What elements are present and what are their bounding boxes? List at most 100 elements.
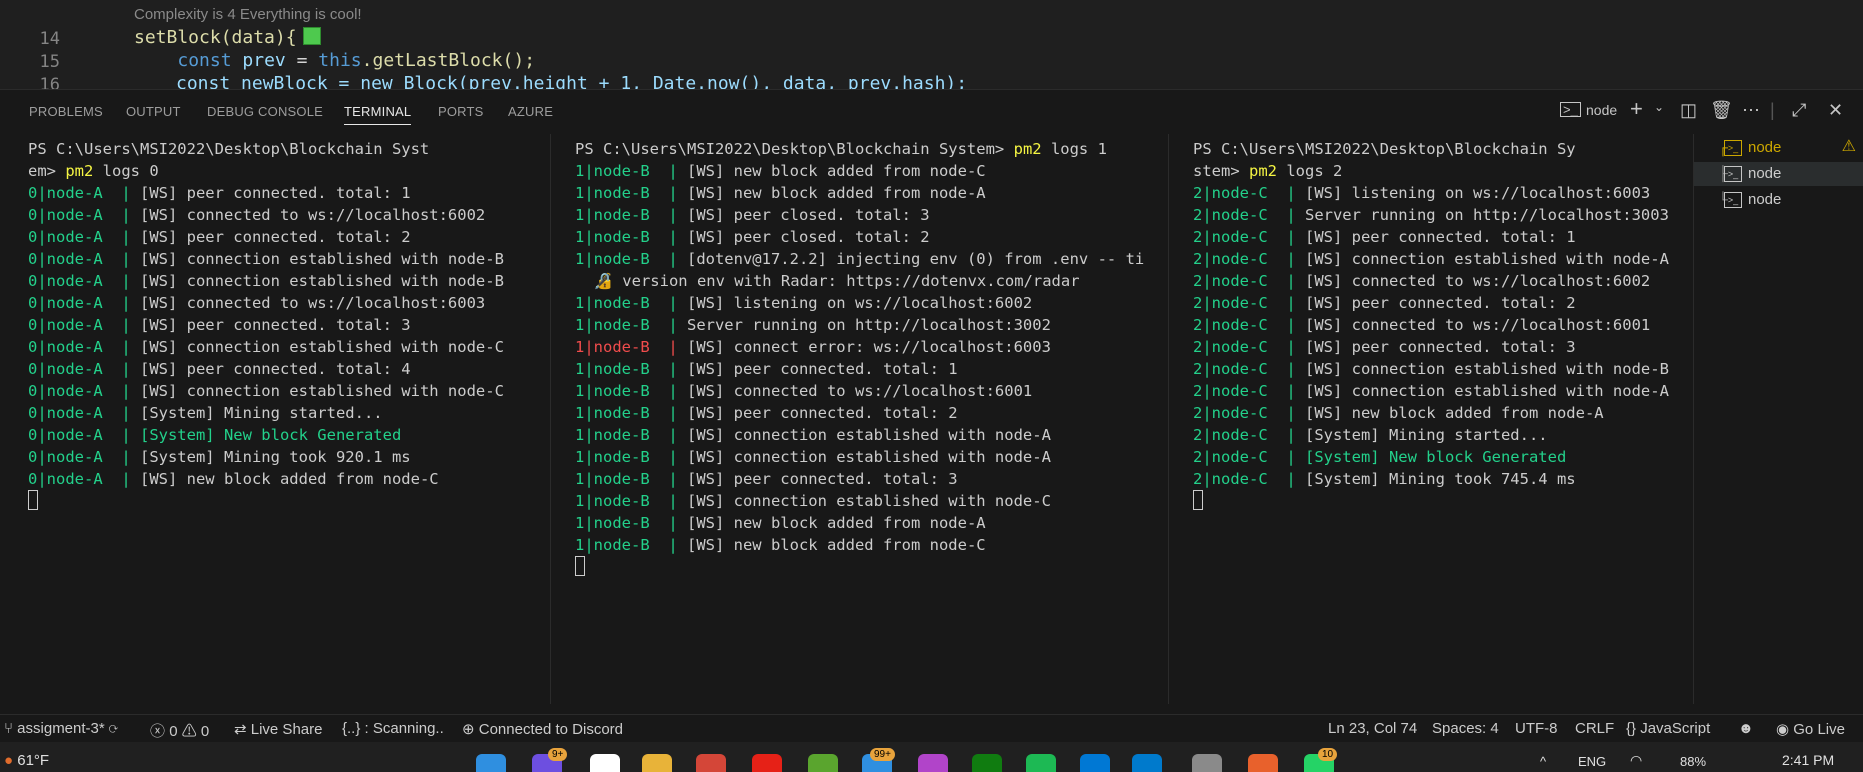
log-text: [WS] connection established with node-B: [139, 250, 504, 268]
log-text: [WS] connection established with node-C: [686, 492, 1051, 510]
weather-widget[interactable]: ● 61°F: [4, 752, 49, 769]
log-line: 1|node-B | [WS] listening on ws://localh…: [575, 292, 1145, 314]
log-text: [WS] connection established with node-B: [139, 272, 504, 290]
discord-status[interactable]: ⊕ Connected to Discord: [462, 720, 623, 738]
log-line: 2|node-C | [WS] peer connected. total: 2: [1193, 292, 1683, 314]
tray-chevron-icon[interactable]: ^: [1540, 754, 1546, 769]
new-terminal-icon[interactable]: +: [1630, 96, 1643, 122]
log-separator: |: [649, 492, 687, 510]
branch-indicator[interactable]: ⑂ assigment-3* ⟳: [4, 720, 118, 737]
youtube-icon[interactable]: [752, 754, 782, 772]
problems-indicator[interactable]: ⓧ 0 ⚠ 0: [150, 720, 209, 741]
process-id: 1|node-B: [575, 184, 650, 202]
tab-debug-console[interactable]: DEBUG CONSOLE: [207, 104, 323, 119]
process-id: 2|node-C: [1193, 360, 1268, 378]
app-icon[interactable]: [1080, 754, 1110, 772]
log-text: [WS] listening on ws://localhost:6002: [686, 294, 1033, 312]
process-id: 0|node-A: [28, 360, 103, 378]
vscode-icon[interactable]: [1132, 754, 1162, 772]
app-icon[interactable]: [918, 754, 948, 772]
terminal-icon: >_: [1724, 192, 1742, 208]
battery-indicator[interactable]: 88%: [1680, 754, 1706, 769]
tab-output[interactable]: OUTPUT: [126, 104, 181, 119]
cursor-position[interactable]: Ln 23, Col 74: [1328, 720, 1417, 737]
terminal-pane-1[interactable]: PS C:\Users\MSI2022\Desktop\Blockchain S…: [575, 138, 1145, 704]
log-line: 2|node-C | [System] Mining took 745.4 ms: [1193, 468, 1683, 490]
terminal-pane-0[interactable]: PS C:\Users\MSI2022\Desktop\Blockchain S…: [28, 138, 548, 704]
language-mode[interactable]: {} JavaScript: [1626, 720, 1710, 737]
spotify-icon[interactable]: [1026, 754, 1056, 772]
log-text: [WS] peer connected. total: 1: [139, 184, 411, 202]
codelens-hint[interactable]: Complexity is 4 Everything is cool!: [134, 6, 362, 23]
log-separator: |: [1267, 184, 1305, 202]
log-text: [WS] connected to ws://localhost:6003: [139, 294, 486, 312]
log-line: 2|node-C | [System] Mining started...: [1193, 424, 1683, 446]
notification-badge: 10: [1318, 748, 1338, 761]
tab-azure[interactable]: AZURE: [508, 104, 553, 119]
log-line: 1|node-B | [WS] connected to ws://localh…: [575, 380, 1145, 402]
process-id: 1|node-B: [575, 448, 650, 466]
folder-icon[interactable]: [642, 754, 672, 772]
scanning-status[interactable]: {..} : Scanning..: [342, 720, 444, 737]
sync-icon[interactable]: ⟳: [109, 720, 118, 737]
close-icon[interactable]: ✕: [1828, 100, 1843, 121]
chevron-down-icon[interactable]: ⌄: [1654, 100, 1664, 114]
eol[interactable]: CRLF: [1575, 720, 1614, 737]
process-id: 1|node-B: [575, 360, 650, 378]
tab-ports[interactable]: PORTS: [438, 104, 484, 119]
trash-icon[interactable]: 🗑: [1710, 100, 1733, 121]
process-id: 0|node-A: [28, 448, 103, 466]
terminal-list-item[interactable]: ┌ >_ node ⚠: [1694, 136, 1863, 160]
maximize-panel-icon[interactable]: ⤢: [1792, 100, 1806, 121]
process-id: 2|node-C: [1193, 470, 1268, 488]
prompt-text: em>: [28, 162, 66, 180]
encoding[interactable]: UTF-8: [1515, 720, 1558, 737]
prompt-line: PS C:\Users\MSI2022\Desktop\Blockchain S…: [1193, 140, 1576, 158]
line-number: 15: [39, 52, 60, 72]
go-live-button[interactable]: ◉ Go Live: [1776, 720, 1845, 738]
line-number: 14: [39, 29, 60, 49]
process-id: 0|node-A: [28, 470, 103, 488]
log-text: [WS] peer connected. total: 3: [1304, 338, 1576, 356]
clock[interactable]: 2:41 PM: [1782, 752, 1834, 768]
log-text: [WS] connection established with node-A: [1304, 250, 1669, 268]
log-separator: |: [102, 448, 140, 466]
tab-problems[interactable]: PROBLEMS: [29, 104, 103, 119]
log-line: 1|node-B | [WS] connect error: ws://loca…: [575, 336, 1145, 358]
copilot-icon[interactable]: ☻: [1738, 720, 1754, 737]
app-icon[interactable]: [1248, 754, 1278, 772]
more-icon[interactable]: ⋯: [1742, 100, 1760, 121]
xbox-icon[interactable]: [972, 754, 1002, 772]
error-count: 0: [169, 723, 178, 740]
settings-icon[interactable]: [1192, 754, 1222, 772]
branch-name: assigment-3*: [17, 720, 105, 737]
process-id: 2|node-C: [1193, 206, 1268, 224]
minecraft-icon[interactable]: [808, 754, 838, 772]
process-id: 0|node-A: [28, 206, 103, 224]
pane-divider[interactable]: [1168, 134, 1169, 704]
terminal-list-item[interactable]: └ >_ node: [1694, 188, 1863, 212]
process-id: 1|node-B: [575, 206, 650, 224]
pane-divider[interactable]: [550, 134, 551, 704]
terminal-name[interactable]: node: [1586, 102, 1617, 118]
log-separator: |: [1267, 250, 1305, 268]
code-operator: =: [296, 50, 308, 71]
log-text: [WS] new block added from node-A: [686, 184, 986, 202]
wifi-icon[interactable]: ◠: [1630, 752, 1642, 769]
tab-terminal[interactable]: TERMINAL: [344, 104, 412, 125]
log-separator: |: [1267, 206, 1305, 224]
log-line: 🔏 version env with Radar: https://dotenv…: [575, 270, 1145, 292]
live-share-button[interactable]: ⇄ Live Share: [234, 720, 322, 738]
log-text: [WS] connection established with node-C: [139, 382, 504, 400]
log-text: [WS] connection established with node-A: [1304, 382, 1669, 400]
indentation[interactable]: Spaces: 4: [1432, 720, 1499, 737]
terminal-pane-2[interactable]: PS C:\Users\MSI2022\Desktop\Blockchain S…: [1193, 138, 1683, 704]
log-line: 2|node-C | [WS] new block added from nod…: [1193, 402, 1683, 424]
start-icon[interactable]: [476, 754, 506, 772]
chrome-icon[interactable]: [696, 754, 726, 772]
terminal-list-item[interactable]: ├ >_ node: [1694, 162, 1863, 186]
split-terminal-icon[interactable]: ◫: [1680, 100, 1697, 121]
github-icon[interactable]: [590, 754, 620, 772]
editor-area[interactable]: Complexity is 4 Everything is cool! 14 s…: [0, 0, 1863, 89]
language-indicator[interactable]: ENG: [1578, 754, 1606, 769]
